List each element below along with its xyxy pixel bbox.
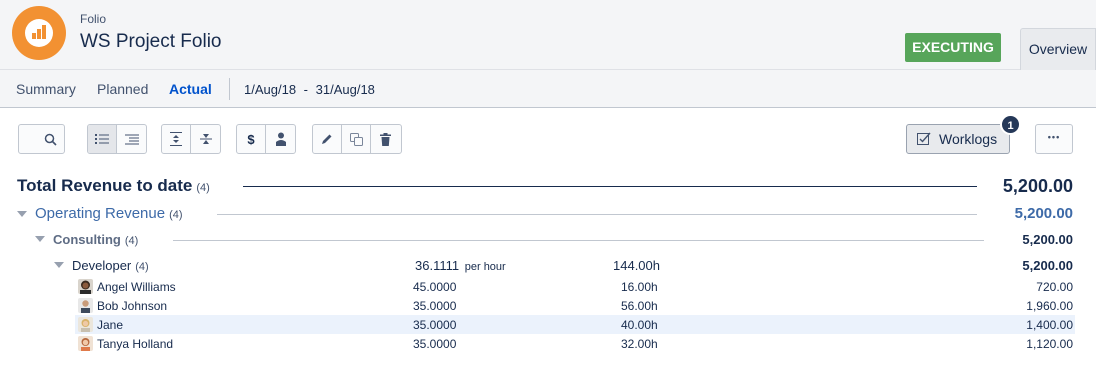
date-end: 31/Aug/18	[315, 82, 375, 97]
date-separator: -	[303, 82, 309, 97]
developer-label: Developer	[72, 258, 132, 273]
worklogs-label: Worklogs	[939, 131, 998, 147]
collapse-all-button[interactable]	[191, 125, 220, 153]
edit-group	[312, 124, 402, 154]
expand-all-button[interactable]	[162, 125, 191, 153]
tab-actual[interactable]: Actual	[169, 81, 212, 97]
person-name: Bob Johnson	[97, 299, 168, 313]
page-title: WS Project Folio	[80, 31, 222, 52]
tab-planned[interactable]: Planned	[97, 81, 148, 97]
people-button[interactable]	[266, 125, 295, 153]
trash-icon	[380, 132, 391, 146]
expand-collapse-group	[161, 124, 221, 154]
currency-button[interactable]: $	[237, 125, 266, 153]
person-rate: 35.0000	[413, 337, 457, 351]
duplicate-button[interactable]	[342, 125, 371, 153]
person-amount: 720.00	[1036, 280, 1073, 294]
list-view-button[interactable]	[88, 125, 117, 153]
list-icon	[95, 134, 109, 144]
total-revenue-count: (4)	[196, 182, 210, 194]
person-hours: 40.00h	[621, 318, 658, 332]
developer-rate-unit: per hour	[464, 261, 506, 273]
developer-hours: 144.00h	[613, 258, 660, 273]
total-revenue-row: Total Revenue to date (4) 5,200.00	[0, 175, 1096, 199]
avatar	[78, 317, 93, 332]
consulting-label: Consulting	[53, 232, 121, 247]
copy-icon	[349, 132, 363, 146]
total-revenue-label: Total Revenue to date	[17, 176, 193, 195]
app-type-label: Folio	[80, 12, 107, 26]
person-hours: 56.00h	[621, 299, 658, 313]
edit-button[interactable]	[313, 125, 342, 153]
developer-rate: 36.1111	[415, 258, 460, 273]
collapse-icon	[199, 134, 212, 144]
total-revenue-value: 5,200.00	[1002, 176, 1073, 196]
person-rate: 35.0000	[413, 318, 457, 332]
date-start: 1/Aug/18	[244, 82, 297, 97]
collapse-caret-icon[interactable]	[54, 262, 64, 268]
search-icon	[44, 133, 57, 146]
worklogs-count-badge: 1	[1000, 114, 1021, 135]
pencil-icon	[322, 134, 332, 144]
table-row[interactable]: Bob Johnson 35.0000 56.00h 1,960.00	[75, 296, 1075, 315]
person-hours: 32.00h	[621, 337, 658, 351]
leader-line	[173, 240, 984, 241]
more-options-button[interactable]: •••	[1035, 124, 1073, 154]
consulting-value: 5,200.00	[1022, 232, 1073, 247]
consulting-count: (4)	[124, 235, 139, 247]
operating-revenue-value: 5,200.00	[1014, 205, 1073, 222]
table-row[interactable]: Tanya Holland 35.0000 32.00h 1,120.00	[75, 334, 1075, 353]
developer-row[interactable]: Developer (4) 36.1111 per hour 144.00h 5,…	[0, 257, 1096, 275]
person-name: Jane	[97, 318, 124, 332]
consulting-row[interactable]: Consulting (4) 5,200.00	[0, 231, 1096, 249]
indent-list-icon	[124, 134, 139, 145]
status-badge[interactable]: EXECUTING	[905, 33, 1001, 62]
person-amount: 1,960.00	[1026, 299, 1073, 313]
tab-overview[interactable]: Overview	[1020, 28, 1096, 70]
avatar	[78, 336, 93, 351]
person-hours: 16.00h	[621, 280, 658, 294]
person-amount: 1,400.00	[1026, 318, 1073, 332]
table-row[interactable]: Angel Williams 45.0000 16.00h 720.00	[75, 277, 1075, 296]
ellipsis-icon: •••	[1047, 132, 1061, 142]
indented-view-button[interactable]	[117, 125, 146, 153]
person-name: Angel Williams	[97, 280, 176, 294]
person-name: Tanya Holland	[97, 337, 174, 351]
divider	[229, 78, 230, 100]
view-mode-group	[87, 124, 147, 154]
app-header: Folio WS Project Folio EXECUTING Overvie…	[0, 0, 1096, 70]
worklogs-button[interactable]: Worklogs	[906, 124, 1010, 154]
sub-navigation: Summary Planned Actual 1/Aug/18 - 31/Aug…	[0, 70, 1096, 108]
delete-button[interactable]	[371, 125, 400, 153]
leader-line	[243, 186, 977, 187]
developer-value: 5,200.00	[1022, 258, 1073, 273]
operating-revenue-count: (4)	[169, 209, 183, 221]
person-rate: 45.0000	[413, 280, 457, 294]
table-row[interactable]: Jane 35.0000 40.00h 1,400.00	[75, 315, 1075, 334]
display-group: $	[236, 124, 296, 154]
tab-summary[interactable]: Summary	[16, 81, 76, 97]
person-amount: 1,120.00	[1026, 337, 1073, 351]
developer-count: (4)	[135, 261, 149, 273]
expand-icon	[170, 132, 182, 146]
person-icon	[275, 132, 286, 146]
folio-logo-icon	[12, 6, 66, 60]
operating-revenue-row[interactable]: Operating Revenue (4) 5,200.00	[0, 204, 1096, 224]
avatar	[78, 298, 93, 313]
avatar	[78, 279, 93, 294]
collapse-caret-icon[interactable]	[35, 236, 45, 242]
date-range-picker[interactable]: 1/Aug/18 - 31/Aug/18	[244, 82, 375, 97]
search-input[interactable]	[18, 124, 65, 154]
person-rate: 35.0000	[413, 299, 457, 313]
leader-line	[217, 214, 977, 215]
checkbox-edit-icon	[917, 132, 931, 145]
collapse-caret-icon[interactable]	[17, 211, 27, 217]
operating-revenue-label: Operating Revenue	[35, 205, 166, 222]
